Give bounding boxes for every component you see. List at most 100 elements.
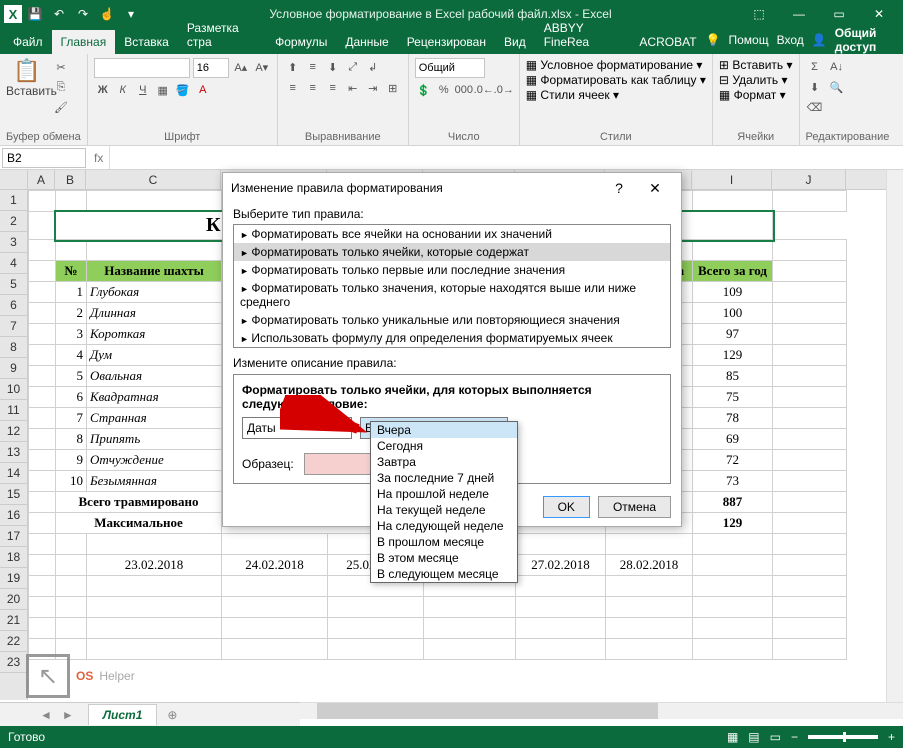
tab-abbyy[interactable]: ABBYY FineRea xyxy=(535,16,631,54)
format-cells-button[interactable]: ▦ Формат ▾ xyxy=(719,88,786,102)
underline-button[interactable]: Ч xyxy=(134,81,152,99)
dropdown-item[interactable]: На прошлой неделе xyxy=(371,486,517,502)
dropdown-item[interactable]: В прошлом месяце xyxy=(371,534,517,550)
align-top-icon[interactable]: ⬆ xyxy=(284,58,302,76)
touch-mode-icon[interactable]: ☝ xyxy=(96,3,118,25)
decrease-font-icon[interactable]: A▾ xyxy=(253,58,271,76)
insert-cells-button[interactable]: ⊞ Вставить ▾ xyxy=(719,58,793,72)
date-period-dropdown[interactable]: ВчераСегодняЗавтраЗа последние 7 днейНа … xyxy=(370,421,518,583)
align-bottom-icon[interactable]: ⬇ xyxy=(324,58,342,76)
increase-font-icon[interactable]: A▴ xyxy=(232,58,250,76)
ribbon-display-icon[interactable]: ⬚ xyxy=(739,0,779,28)
sort-filter-icon[interactable]: A↓ xyxy=(828,58,846,76)
dropdown-item[interactable]: За последние 7 дней xyxy=(371,470,517,486)
fill-icon[interactable]: ⬇ xyxy=(806,78,824,96)
rule-type-list[interactable]: Форматировать все ячейки на основании их… xyxy=(233,224,671,348)
align-middle-icon[interactable]: ≡ xyxy=(304,58,322,76)
rule-type-item[interactable]: Форматировать только уникальные или повт… xyxy=(234,311,670,329)
border-icon[interactable]: ▦ xyxy=(154,81,172,99)
number-format-combo[interactable]: Общий xyxy=(415,58,485,78)
format-painter-icon[interactable]: 🖌 xyxy=(52,98,70,116)
name-box[interactable] xyxy=(2,148,86,168)
tab-file[interactable]: Файл xyxy=(4,30,52,54)
font-size-combo[interactable]: 16 xyxy=(193,58,229,78)
rule-type-item[interactable]: Форматировать только первые или последни… xyxy=(234,261,670,279)
autosum-icon[interactable]: Σ xyxy=(806,58,824,76)
orientation-icon[interactable]: ⤢ xyxy=(344,58,362,76)
condition-type-combo[interactable]: Даты▾ xyxy=(242,417,352,439)
fill-color-icon[interactable]: 🪣 xyxy=(174,81,192,99)
indent-inc-icon[interactable]: ⇥ xyxy=(364,79,382,97)
view-layout-icon[interactable]: ▤ xyxy=(748,730,759,744)
dropdown-item[interactable]: Завтра xyxy=(371,454,517,470)
dec-decimal-icon[interactable]: .0→ xyxy=(495,81,513,99)
tell-me[interactable]: Помощ xyxy=(729,33,769,47)
tab-layout[interactable]: Разметка стра xyxy=(178,16,266,54)
tab-nav-next-icon[interactable]: ► xyxy=(62,708,74,722)
tab-review[interactable]: Рецензирован xyxy=(398,30,495,54)
delete-cells-button[interactable]: ⊟ Удалить ▾ xyxy=(719,73,788,87)
italic-button[interactable]: К xyxy=(114,81,132,99)
formula-bar[interactable] xyxy=(109,146,903,169)
undo-icon[interactable]: ↶ xyxy=(48,3,70,25)
bold-button[interactable]: Ж xyxy=(94,81,112,99)
horizontal-scrollbar[interactable] xyxy=(300,702,903,719)
dropdown-item[interactable]: В следующем месяце xyxy=(371,566,517,582)
zoom-out-icon[interactable]: − xyxy=(791,730,798,744)
tab-acrobat[interactable]: ACROBAT xyxy=(630,30,705,54)
dialog-close-icon[interactable]: ✕ xyxy=(637,180,673,197)
copy-icon[interactable]: ⎘ xyxy=(52,78,70,96)
rule-type-item[interactable]: Использовать формулу для определения фор… xyxy=(234,329,670,347)
rule-type-item[interactable]: Форматировать все ячейки на основании их… xyxy=(234,225,670,243)
redo-icon[interactable]: ↷ xyxy=(72,3,94,25)
conditional-formatting-button[interactable]: ▦ Условное форматирование ▾ xyxy=(526,58,703,72)
view-normal-icon[interactable]: ▦ xyxy=(727,730,738,744)
close-icon[interactable]: ✕ xyxy=(859,0,899,28)
tab-view[interactable]: Вид xyxy=(495,30,535,54)
rule-type-item[interactable]: Форматировать только значения, которые н… xyxy=(234,279,670,311)
merge-icon[interactable]: ⊞ xyxy=(384,79,402,97)
dropdown-item[interactable]: На следующей неделе xyxy=(371,518,517,534)
cancel-button[interactable]: Отмена xyxy=(598,496,671,518)
wrap-text-icon[interactable]: ↲ xyxy=(364,58,382,76)
ok-button[interactable]: OK xyxy=(543,496,590,518)
align-left-icon[interactable]: ≡ xyxy=(284,79,302,97)
dropdown-item[interactable]: Сегодня xyxy=(371,438,517,454)
align-right-icon[interactable]: ≡ xyxy=(324,79,342,97)
share-button[interactable]: Общий доступ xyxy=(835,26,895,54)
qat-dropdown-icon[interactable]: ▾ xyxy=(120,3,142,25)
sheet-tab[interactable]: Лист1 xyxy=(88,704,158,725)
zoom-in-icon[interactable]: + xyxy=(888,730,895,744)
clear-icon[interactable]: ⌫ xyxy=(806,98,824,116)
inc-decimal-icon[interactable]: .0← xyxy=(475,81,493,99)
row-headers[interactable]: 1234567891011121314151617181920212223 xyxy=(0,190,28,700)
vertical-scrollbar[interactable] xyxy=(886,170,903,702)
indent-dec-icon[interactable]: ⇤ xyxy=(344,79,362,97)
dialog-help-icon[interactable]: ? xyxy=(601,180,637,196)
percent-icon[interactable]: % xyxy=(435,81,453,99)
dropdown-item[interactable]: На текущей неделе xyxy=(371,502,517,518)
tab-home[interactable]: Главная xyxy=(52,30,116,54)
fx-icon[interactable]: fx xyxy=(88,151,109,165)
font-color-icon[interactable]: A xyxy=(194,81,212,99)
rule-type-item[interactable]: Форматировать только ячейки, которые сод… xyxy=(234,243,670,261)
font-name-combo[interactable] xyxy=(94,58,190,78)
cell-styles-button[interactable]: ▦ Стили ячеек ▾ xyxy=(526,88,619,102)
view-pagebreak-icon[interactable]: ▭ xyxy=(770,730,781,744)
dropdown-item[interactable]: Вчера xyxy=(371,422,517,438)
format-as-table-button[interactable]: ▦ Форматировать как таблицу ▾ xyxy=(526,73,706,87)
zoom-slider[interactable] xyxy=(808,735,878,739)
save-icon[interactable]: 💾 xyxy=(24,3,46,25)
new-sheet-icon[interactable]: ⊕ xyxy=(167,708,177,722)
tab-data[interactable]: Данные xyxy=(336,30,397,54)
dropdown-item[interactable]: В этом месяце xyxy=(371,550,517,566)
signin[interactable]: Вход xyxy=(777,33,804,47)
tab-nav-prev-icon[interactable]: ◄ xyxy=(40,708,52,722)
tab-formulas[interactable]: Формулы xyxy=(266,30,336,54)
minimize-icon[interactable]: — xyxy=(779,0,819,28)
select-all-triangle[interactable] xyxy=(0,170,28,190)
comma-icon[interactable]: 000 xyxy=(455,81,473,99)
find-icon[interactable]: 🔍 xyxy=(828,78,846,96)
currency-icon[interactable]: 💲 xyxy=(415,81,433,99)
tell-me-icon[interactable]: 💡 xyxy=(706,33,721,47)
